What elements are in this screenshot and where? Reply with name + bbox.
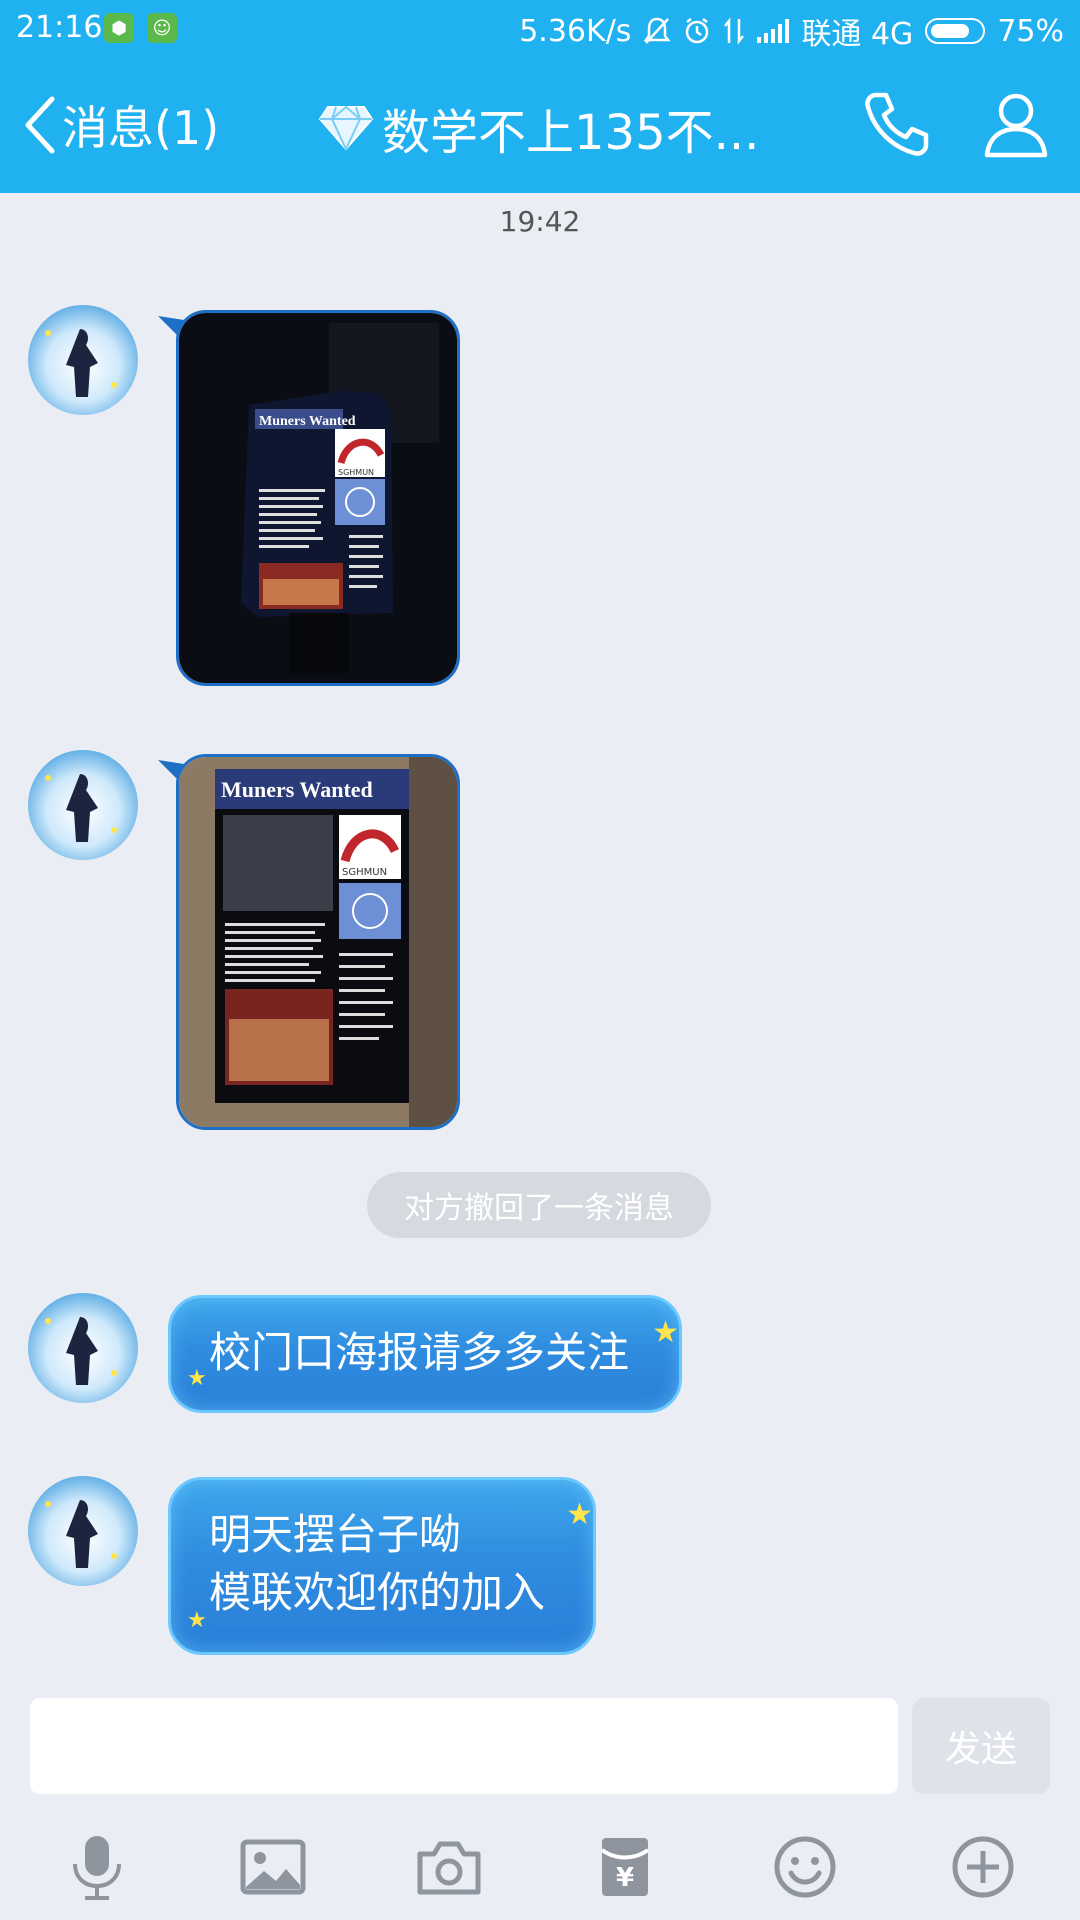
message-text-line-1: 明天摆台子呦 xyxy=(209,1510,462,1559)
poster-headline: Muners Wanted xyxy=(221,777,373,802)
status-right-group: 5.36K/s 联通 4G 75% xyxy=(519,9,1064,53)
diamond-badge-icon xyxy=(318,105,374,152)
red-packet-icon: ¥ xyxy=(600,1838,650,1896)
star-icon: ★ xyxy=(652,1315,679,1350)
red-packet-button[interactable]: ¥ xyxy=(590,1832,660,1902)
svg-text:SGHMUN: SGHMUN xyxy=(342,867,387,878)
poster-photo-wall: Muners Wanted SGHMUN xyxy=(179,757,457,1127)
plus-icon xyxy=(952,1836,1014,1898)
bell-off-icon xyxy=(643,17,671,44)
image-icon xyxy=(240,1839,306,1895)
person-icon xyxy=(984,93,1048,158)
chat-title-text: 数学不上135不... xyxy=(382,105,760,161)
avatar-image xyxy=(28,750,138,860)
text-message-1[interactable]: 校门口海报请多多关注 ★ ★ xyxy=(168,1295,682,1413)
star-icon: ★ xyxy=(187,1366,207,1391)
signal-icon xyxy=(757,19,790,43)
avatar-image xyxy=(28,1476,138,1586)
star-icon: ★ xyxy=(566,1497,593,1532)
image-button[interactable] xyxy=(238,1832,308,1902)
network-speed: 5.36K/s xyxy=(519,13,632,49)
back-button[interactable]: 消息(1) xyxy=(22,85,219,165)
message-text: 校门口海报请多多关注 xyxy=(209,1328,630,1377)
camera-icon xyxy=(417,1841,481,1895)
avatar[interactable] xyxy=(28,305,138,415)
call-button[interactable] xyxy=(862,89,930,163)
microphone-icon xyxy=(73,1836,121,1900)
chevron-left-icon xyxy=(25,96,55,154)
status-bar: 21:16 ⬢ ☺ 5.36K/s 联通 4G 75% xyxy=(0,0,1080,55)
battery-percent: 75% xyxy=(997,13,1064,49)
emoji-icon xyxy=(774,1836,836,1898)
alarm-clock-icon xyxy=(686,18,709,44)
poster-photo-night: Muners Wanted SGHMUN xyxy=(179,313,457,683)
text-message-2[interactable]: 明天摆台子呦 模联欢迎你的加入 ★ ★ xyxy=(168,1477,596,1655)
photo-message-wall[interactable]: Muners Wanted SGHMUN xyxy=(176,754,460,1130)
avatar[interactable] xyxy=(28,750,138,860)
carrier-label: 联通 4G xyxy=(801,17,914,52)
chat-title[interactable]: 数学不上135不... xyxy=(318,93,759,163)
svg-text:SGHMUN: SGHMUN xyxy=(338,468,374,477)
message-timestamp: 19:42 xyxy=(499,205,581,238)
profile-button[interactable] xyxy=(983,89,1049,163)
avatar[interactable] xyxy=(28,1293,138,1403)
message-input[interactable] xyxy=(30,1698,898,1794)
camera-button[interactable] xyxy=(414,1832,484,1902)
chat-header: 消息(1) 数学不上135不... xyxy=(0,55,1080,193)
avatar-image xyxy=(28,305,138,415)
shield-app-icon: ⬢ xyxy=(104,13,134,43)
avatar-image xyxy=(28,1293,138,1403)
data-transfer-icon xyxy=(724,17,745,45)
message-text-line-2: 模联欢迎你的加入 xyxy=(209,1568,546,1617)
photo-message-night[interactable]: Muners Wanted SGHMUN xyxy=(176,310,460,686)
send-button[interactable]: 发送 xyxy=(912,1698,1050,1794)
svg-text:¥: ¥ xyxy=(616,1863,634,1893)
recall-notice: 对方撤回了一条消息 xyxy=(367,1172,711,1238)
status-time: 21:16 xyxy=(16,10,103,45)
android-app-icon: ☺ xyxy=(147,13,177,43)
star-icon: ★ xyxy=(187,1608,207,1633)
back-label: 消息(1) xyxy=(62,101,220,155)
voice-button[interactable] xyxy=(62,1832,132,1902)
battery-icon xyxy=(925,18,986,44)
avatar[interactable] xyxy=(28,1476,138,1586)
more-button[interactable] xyxy=(948,1832,1018,1902)
emoji-button[interactable] xyxy=(770,1832,840,1902)
poster-headline: Muners Wanted xyxy=(259,414,356,429)
phone-icon xyxy=(865,92,929,156)
